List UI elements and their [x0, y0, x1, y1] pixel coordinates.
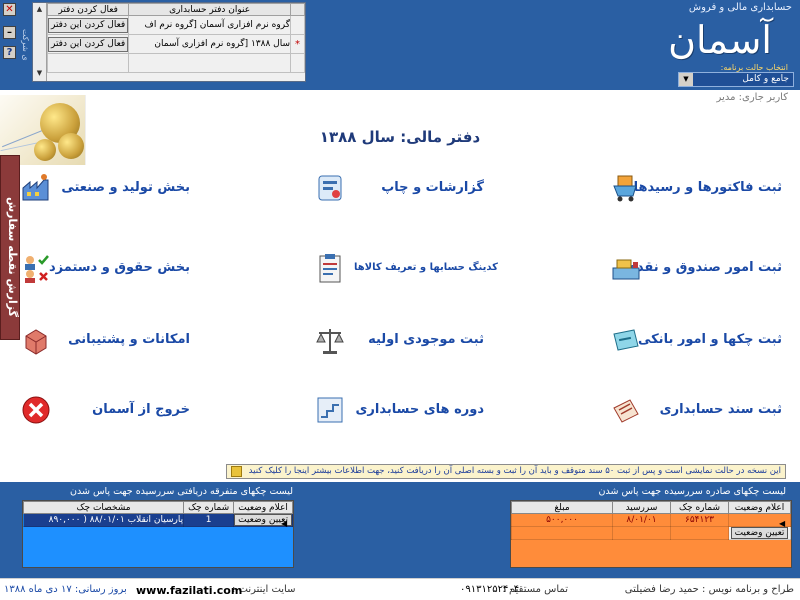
info-icon — [231, 466, 242, 477]
steps-icon — [317, 397, 343, 423]
menu-coding[interactable]: کدینگ حسابها و تعریف کالاها — [312, 250, 498, 286]
shopping-cart-icon — [613, 175, 637, 202]
vertical-caption: ی شرکت — [21, 28, 30, 61]
cheque-number: 1 — [183, 513, 235, 527]
col-status-header: اعلام وضعیت — [233, 501, 293, 514]
mode-select-value: جامع و کامل — [742, 74, 789, 84]
menu-coding-label: کدینگ حسابها و تعریف کالاها — [353, 262, 498, 273]
factory-icon — [22, 174, 49, 201]
cheque-due: ۸/۰۱/۰۱ — [612, 513, 671, 527]
designer-credit: طراح و برنامه نویس : حمید رضا فضیلتی — [624, 584, 794, 595]
table-row[interactable] — [46, 53, 305, 73]
menu-exit-label: خروج از آسمان — [92, 402, 190, 417]
app-logo: آسمان — [668, 18, 772, 62]
report-icon — [318, 175, 342, 201]
col-number-header: شماره چک — [670, 501, 729, 514]
menu-cash[interactable]: ثبت امور صندوق و نقدی — [560, 250, 782, 286]
employees-icon — [25, 255, 49, 283]
menu-inventory[interactable]: ثبت موجودی اولیه — [312, 322, 484, 358]
menu-cash-label: ثبت امور صندوق و نقدی — [624, 260, 782, 275]
menu-cheques-label: ثبت چکها و امور بانکی — [637, 332, 782, 347]
col-due-header: سررسید — [612, 501, 671, 514]
scale-icon — [316, 329, 344, 354]
close-icon[interactable]: ✕ — [3, 3, 16, 16]
bank-cheque-icon — [613, 329, 639, 351]
app-subtitle: حسابداری مالی و فروش — [688, 2, 792, 13]
menu-cheques[interactable]: ثبت چکها و امور بانکی — [560, 322, 782, 358]
menu-payroll[interactable]: بخش حقوق و دستمزد — [20, 250, 196, 286]
cheque-details: پارسیان انقلاب ۸۸/۰۱/۰۱ ( ۸۹۰,۰۰۰ — [23, 513, 185, 527]
ledger-title: گروه نرم افزاری آسمان [گروه نرم اف — [128, 15, 291, 35]
toolbox-icon — [25, 329, 47, 355]
row-pointer-icon: ◀ — [779, 519, 786, 528]
col-title-header: عنوان دفتر حسابداری — [128, 3, 291, 16]
ledger-title: سال ۱۳۸۸ [گروه نرم افزاری آسمان — [128, 34, 291, 54]
scroll-down-icon[interactable]: ▼ — [35, 69, 44, 78]
exit-icon — [22, 396, 50, 424]
menu-production[interactable]: بخش تولید و صنعتی — [20, 170, 196, 206]
website-link[interactable]: www.fazilati.com — [136, 584, 242, 597]
received-cheques-table: اعلام وضعیت شماره چک مشخصات چک تعیین وضع… — [22, 500, 294, 568]
demo-info-banner[interactable]: این نسخه در حالت نمایشی است و پس از ثبت … — [226, 464, 786, 479]
menu-periods[interactable]: دوره های حسابداری — [312, 392, 484, 428]
clipboard-icon — [319, 254, 341, 283]
footer: طراح و برنامه نویس : حمید رضا فضیلتی تما… — [0, 578, 800, 600]
cash-register-icon — [612, 259, 640, 280]
menu-support[interactable]: امکانات و پشتیبانی — [20, 322, 196, 358]
table-row[interactable]: فعال کردن این دفتر گروه نرم افزاری آسمان… — [46, 15, 305, 35]
menu-periods-label: دوره های حسابداری — [355, 402, 485, 417]
cheque-number — [670, 526, 729, 540]
menu-invoices[interactable]: ثبت فاکتورها و رسیدها — [560, 170, 782, 206]
voucher-icon — [613, 399, 639, 423]
mode-select[interactable]: ▼ جامع و کامل — [678, 72, 794, 87]
col-number-header: شماره چک — [183, 501, 235, 514]
activate-ledger-button[interactable]: فعال کردن این دفتر — [48, 36, 128, 52]
menu-inventory-label: ثبت موجودی اولیه — [368, 332, 484, 347]
menu-invoices-label: ثبت فاکتورها و رسیدها — [633, 180, 782, 195]
issued-cheques-title: لیست چکهای صادره سررسیده جهت پاس شدن — [598, 486, 787, 497]
table-row[interactable]: تعیین وضعیت 1 پارسیان انقلاب ۸۸/۰۱/۰۱ ( … — [23, 513, 293, 527]
ledger-scrollbar[interactable]: ▲ ▼ — [33, 3, 47, 81]
activate-ledger-button[interactable]: فعال کردن این دفتر — [48, 17, 128, 33]
menu-payroll-label: بخش حقوق و دستمزد — [48, 260, 190, 275]
cheque-amount — [511, 526, 613, 540]
row-marker: * — [290, 34, 305, 54]
menu-vouchers[interactable]: ثبت سند حسابداری — [560, 392, 782, 428]
help-icon[interactable]: ? — [3, 46, 16, 59]
col-amount-header: مبلغ — [511, 501, 613, 514]
cheque-due — [612, 526, 671, 540]
update-date: بروز رسانی: ۱۷ دی ماه ۱۳۸۸ — [4, 584, 127, 595]
mode-label: انتخاب حالت برنامه: — [720, 63, 788, 72]
row-marker — [290, 15, 305, 35]
menu-production-label: بخش تولید و صنعتی — [61, 180, 190, 195]
demo-info-text: این نسخه در حالت نمایشی است و پس از ثبت … — [248, 466, 781, 476]
row-gutter-header — [290, 3, 305, 16]
table-row[interactable]: فعال کردن این دفتر سال ۱۳۸۸ [گروه نرم اف… — [46, 34, 305, 54]
table-row[interactable]: تعیین وضعیت — [511, 526, 791, 540]
col-action-header: فعال کردن دفتر — [46, 3, 130, 16]
reorder-report-tab[interactable]: گزارش نقطه سفارش — [0, 155, 20, 340]
chevron-down-icon[interactable]: ▼ — [679, 73, 693, 86]
current-user: کاربر جاری: مدیر — [716, 92, 788, 103]
table-row[interactable]: ۶۵۴۱۲۳ ۸/۰۱/۰۱ ۵۰۰,۰۰۰ — [511, 513, 791, 527]
menu-reports-label: گزارشات و چاپ — [381, 180, 484, 195]
col-status-header: اعلام وضعیت — [728, 501, 791, 514]
minimize-icon[interactable]: – — [3, 26, 16, 39]
menu-exit[interactable]: خروج از آسمان — [20, 392, 196, 428]
app-header: ✕ – ? ی شرکت ▲ ▼ فعال کردن دفتر عنوان دف… — [0, 0, 800, 90]
cheque-number: ۶۵۴۱۲۳ — [670, 513, 729, 527]
menu-reports[interactable]: گزارشات و چاپ — [312, 170, 484, 206]
scroll-up-icon[interactable]: ▲ — [35, 5, 44, 14]
menu-support-label: امکانات و پشتیبانی — [68, 332, 190, 347]
ledger-table: ▲ ▼ فعال کردن دفتر عنوان دفتر حسابداری ف… — [32, 2, 306, 82]
col-details-header: مشخصات چک — [23, 501, 185, 514]
phone-number: ۰۹۱۳۱۲۵۲۴۰۴ — [460, 584, 520, 595]
row-pointer-icon: ◀ — [281, 519, 288, 528]
page-title: دفتر مالی: سال ۱۳۸۸ — [319, 128, 481, 146]
cheque-amount: ۵۰۰,۰۰۰ — [511, 513, 613, 527]
received-cheques-title: لیست چکهای متفرقه دریافتی سررسیده جهت پا… — [70, 486, 294, 497]
menu-vouchers-label: ثبت سند حسابداری — [659, 402, 782, 417]
issued-cheques-table: اعلام وضعیت شماره چک سررسید مبلغ ۶۵۴۱۲۳ … — [510, 500, 792, 568]
